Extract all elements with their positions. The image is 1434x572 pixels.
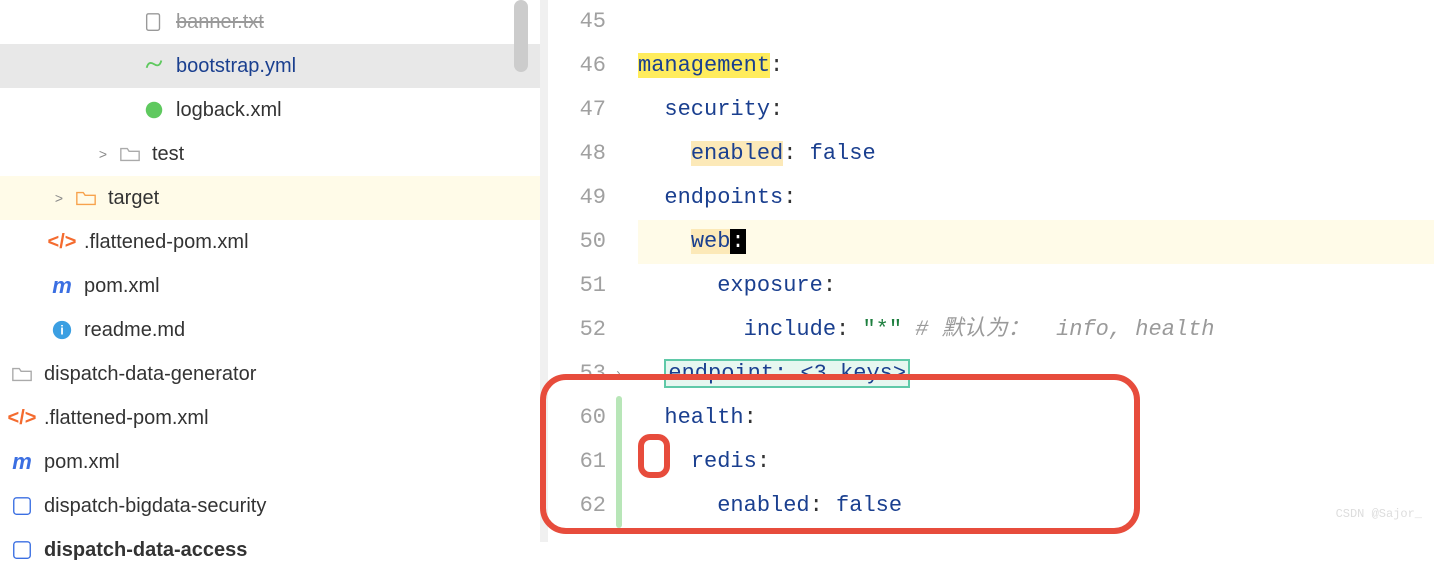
- line-gutter: 45 46 47 48 49 50 51 52 53› 60 61 62: [540, 0, 620, 542]
- xml-tag-icon: </>: [10, 406, 34, 430]
- folder-icon: [10, 362, 34, 386]
- file-label: pom.xml: [84, 275, 160, 298]
- module-icon: [10, 494, 34, 518]
- module-dispatch-bigdata-security[interactable]: dispatch-bigdata-security: [0, 484, 540, 528]
- code-line: [638, 0, 1434, 44]
- scrollbar[interactable]: [514, 0, 528, 72]
- code-line: management:: [638, 44, 1434, 88]
- file-label: bootstrap.yml: [176, 55, 296, 78]
- file-banner-txt[interactable]: banner.txt: [0, 0, 540, 44]
- line-number: 52: [540, 308, 606, 352]
- code-line: endpoints:: [638, 176, 1434, 220]
- module-label: dispatch-bigdata-security: [44, 495, 266, 518]
- vcs-change-bar: [616, 396, 622, 528]
- xml-tag-icon: </>: [50, 230, 74, 254]
- maven-icon: m: [50, 274, 74, 298]
- yaml-icon: [142, 54, 166, 78]
- file-label: readme.md: [84, 319, 185, 342]
- line-number: 61: [540, 440, 606, 484]
- folder-icon: [118, 142, 142, 166]
- code-line: security:: [638, 88, 1434, 132]
- line-number: 53›: [540, 352, 606, 396]
- folded-region[interactable]: endpoint: <3 keys>: [664, 359, 910, 388]
- code-line: endpoint: <3 keys>: [638, 352, 1434, 396]
- folder-icon: [74, 186, 98, 210]
- maven-icon: m: [10, 450, 34, 474]
- xml-icon: [142, 98, 166, 122]
- file-logback-xml[interactable]: logback.xml: [0, 88, 540, 132]
- watermark: CSDN @Sajor_: [1336, 492, 1422, 536]
- code-line: redis:: [638, 440, 1434, 484]
- code-area[interactable]: management: security: enabled: false end…: [620, 0, 1434, 542]
- code-editor[interactable]: 45 46 47 48 49 50 51 52 53› 60 61 62 man…: [540, 0, 1434, 542]
- file-pom-xml[interactable]: m pom.xml: [0, 264, 540, 308]
- file-label: banner.txt: [176, 11, 264, 34]
- file-flattened-pom-root[interactable]: </> .flattened-pom.xml: [0, 396, 540, 440]
- code-line: exposure:: [638, 264, 1434, 308]
- code-line: enabled: false: [638, 484, 1434, 528]
- line-number: 49: [540, 176, 606, 220]
- svg-text:i: i: [60, 323, 64, 338]
- file-label: logback.xml: [176, 99, 282, 122]
- line-number: 47: [540, 88, 606, 132]
- file-label: .flattened-pom.xml: [84, 231, 249, 254]
- file-icon: [142, 10, 166, 34]
- file-label: pom.xml: [44, 451, 120, 474]
- file-flattened-pom[interactable]: </> .flattened-pom.xml: [0, 220, 540, 264]
- file-readme-md[interactable]: i readme.md: [0, 308, 540, 352]
- info-icon: i: [50, 318, 74, 342]
- file-bootstrap-yml[interactable]: bootstrap.yml: [0, 44, 540, 88]
- folder-target[interactable]: > target: [0, 176, 540, 220]
- folder-label: test: [152, 143, 184, 166]
- line-number: 48: [540, 132, 606, 176]
- file-label: .flattened-pom.xml: [44, 407, 209, 430]
- code-line: web:: [638, 220, 1434, 264]
- module-dispatch-data-generator[interactable]: dispatch-data-generator: [0, 352, 540, 396]
- folder-label: target: [108, 187, 159, 210]
- folder-test[interactable]: > test: [0, 132, 540, 176]
- line-number: 51: [540, 264, 606, 308]
- text-cursor: :: [730, 229, 745, 254]
- module-dispatch-data-access[interactable]: dispatch-data-access: [0, 528, 540, 572]
- line-number: 62: [540, 484, 606, 528]
- module-label: dispatch-data-generator: [44, 363, 256, 386]
- line-number: 60: [540, 396, 606, 440]
- file-pom-xml-root[interactable]: m pom.xml: [0, 440, 540, 484]
- line-number: 46: [540, 44, 606, 88]
- expander-icon[interactable]: >: [94, 146, 112, 162]
- code-line: enabled: false: [638, 132, 1434, 176]
- code-line: include: "*" # 默认为： info, health: [638, 308, 1434, 352]
- line-number: 50: [540, 220, 606, 264]
- code-line: health:: [638, 396, 1434, 440]
- project-tree: banner.txt bootstrap.yml logback.xml > t…: [0, 0, 540, 542]
- expander-icon[interactable]: >: [50, 190, 68, 206]
- line-number: 45: [540, 0, 606, 44]
